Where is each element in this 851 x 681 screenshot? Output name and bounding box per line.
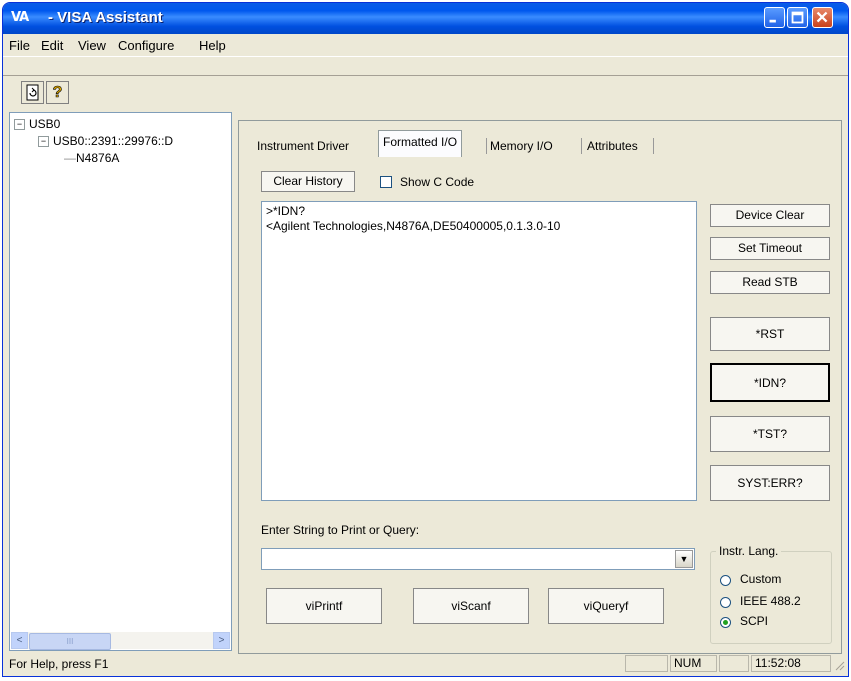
close-icon [816, 11, 828, 23]
device-clear-button[interactable]: Device Clear [710, 204, 830, 227]
read-stb-button[interactable]: Read STB [710, 271, 830, 294]
help-question-icon: ? [52, 84, 63, 102]
clear-history-button[interactable]: Clear History [261, 171, 355, 192]
dropdown-button[interactable]: ▼ [675, 550, 693, 568]
viprintf-button[interactable]: viPrintf [266, 588, 382, 624]
chevron-down-icon: ▼ [679, 554, 689, 564]
menu-divider [3, 56, 848, 57]
collapse-icon[interactable]: − [14, 119, 25, 131]
tab-divider [581, 138, 582, 154]
menu-configure[interactable]: Configure [118, 38, 174, 53]
instrument-tree[interactable]: − USB0 − USB0::2391::29976::D —N4876A < II… [9, 112, 232, 651]
window-title: - VISA Assistant [48, 9, 163, 26]
toolbar-divider [3, 75, 848, 76]
instr-lang-title: Instr. Lang. [716, 544, 782, 558]
tree-item-n4876a[interactable]: —N4876A [64, 151, 119, 165]
refresh-document-icon [26, 84, 39, 101]
tree-item-label: USB0::2391::29976::D [53, 134, 174, 148]
rst-button[interactable]: *RST [710, 317, 830, 351]
show-c-code-label: Show C Code [400, 175, 475, 189]
show-c-code-checkbox[interactable] [380, 176, 392, 188]
close-button[interactable] [812, 7, 833, 28]
maximize-button[interactable] [787, 7, 808, 28]
status-cell-empty [625, 655, 668, 672]
tree-item-label: USB0 [29, 117, 61, 131]
tree-connector: — [64, 151, 76, 165]
scroll-left-button[interactable]: < [11, 632, 28, 649]
maximize-icon [791, 11, 804, 24]
help-button[interactable]: ? [46, 81, 69, 104]
chevron-left-icon: < [16, 635, 23, 646]
tree-item-label: N4876A [76, 151, 120, 165]
refresh-button[interactable] [21, 81, 44, 104]
status-time: 11:52:08 [751, 655, 831, 672]
radio-scpi[interactable] [720, 617, 731, 628]
set-timeout-button[interactable]: Set Timeout [710, 237, 830, 260]
history-line: >*IDN? [266, 204, 306, 218]
collapse-icon[interactable]: − [38, 136, 49, 148]
radio-custom-label: Custom [740, 572, 782, 586]
status-help-text: For Help, press F1 [9, 657, 109, 671]
chevron-right-icon: > [218, 635, 225, 646]
main-window: VA - VISA Assistant File Edit View Confi… [2, 2, 849, 677]
menu-edit[interactable]: Edit [41, 38, 63, 53]
history-line: <Agilent Technologies,N4876A,DE50400005,… [266, 219, 561, 233]
menu-help[interactable]: Help [199, 38, 226, 53]
tab-formatted-io[interactable]: Formatted I/O [378, 130, 463, 157]
io-history[interactable]: >*IDN? <Agilent Technologies,N4876A,DE50… [261, 201, 697, 501]
tree-item-usb-device[interactable]: − USB0::2391::29976::D [38, 134, 173, 148]
minimize-button[interactable] [764, 7, 785, 28]
menu-view[interactable]: View [78, 38, 106, 53]
viqueryf-button[interactable]: viQueryf [548, 588, 664, 624]
tab-instrument-driver[interactable]: Instrument Driver [257, 135, 349, 157]
minimize-icon [769, 19, 776, 23]
status-num: NUM [670, 655, 717, 672]
horizontal-scrollbar[interactable]: < III > [11, 632, 230, 650]
grip-icon: III [66, 637, 74, 646]
tab-memory-io[interactable]: Memory I/O [490, 135, 553, 157]
tree-item-usb0[interactable]: − USB0 [14, 117, 60, 131]
app-icon: VA [11, 10, 29, 25]
tab-divider [653, 138, 654, 154]
radio-ieee[interactable] [720, 597, 731, 608]
status-cell-empty [719, 655, 749, 672]
command-input[interactable]: ▼ [261, 548, 695, 570]
scroll-thumb[interactable]: III [29, 633, 111, 650]
radio-custom[interactable] [720, 575, 731, 586]
menu-bar: File Edit View Configure Help [3, 34, 848, 56]
viscanf-button[interactable]: viScanf [413, 588, 529, 624]
resize-grip-icon[interactable] [833, 659, 845, 671]
scroll-right-button[interactable]: > [213, 632, 230, 649]
idn-button[interactable]: *IDN? [710, 363, 830, 402]
tab-attributes[interactable]: Attributes [587, 135, 638, 157]
radio-ieee-label: IEEE 488.2 [740, 594, 801, 608]
input-label: Enter String to Print or Query: [261, 523, 420, 537]
syst-err-button[interactable]: SYST:ERR? [710, 465, 830, 501]
radio-scpi-label: SCPI [740, 614, 769, 628]
tst-button[interactable]: *TST? [710, 416, 830, 452]
menu-file[interactable]: File [9, 38, 30, 53]
status-bar: For Help, press F1 NUM 11:52:08 [3, 651, 848, 676]
tab-divider [486, 138, 487, 154]
title-bar[interactable]: VA - VISA Assistant [3, 3, 848, 34]
